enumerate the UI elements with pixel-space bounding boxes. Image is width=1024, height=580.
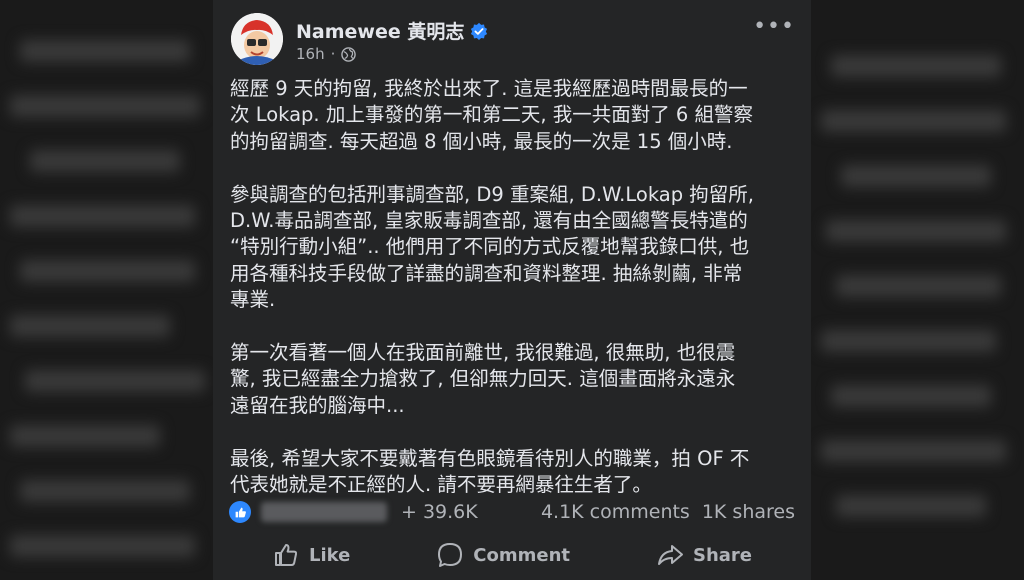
meta-separator: · — [330, 45, 336, 63]
like-label: Like — [308, 544, 351, 566]
post-paragraph: 第一次看著一個人在我面前離世, 我很難過, 很無助, 也很震 驚, 我已經盡全力… — [230, 341, 736, 417]
action-bar: Like Comment Share — [229, 536, 795, 574]
share-label: Share — [692, 544, 752, 566]
post-time[interactable]: 16h — [296, 45, 325, 63]
reactions-count[interactable]: + 39.6K — [401, 501, 478, 523]
post-paragraph: 參與調查的包括刑事調查部, D9 重案組, D.W.Lokap 拘留所, D.W… — [230, 182, 754, 312]
post-paragraph: 最後, 希望大家不要戴著有色眼鏡看待別人的職業，拍 OF 不 代表她就是不正經的… — [230, 446, 750, 497]
comment-label: Comment — [473, 544, 571, 566]
verified-badge-icon — [471, 22, 488, 40]
post-card: Namewee 黃明志 16h · ••• 經歷 9 天的拘留, 我終於出來了.… — [213, 0, 811, 580]
post-body: 經歷 9 天的拘留, 我終於出來了. 這是我經歷過時間最長的一 次 Lokap.… — [230, 76, 800, 525]
more-options-icon[interactable]: ••• — [753, 14, 795, 39]
globe-icon — [341, 46, 357, 62]
like-button[interactable]: Like — [272, 541, 350, 569]
reactor-names-redacted — [261, 502, 387, 522]
author-name-text[interactable]: Namewee 黃明志 — [296, 17, 464, 44]
blurred-left-panel — [0, 0, 213, 580]
engagement-counts: 4.1K comments 1K shares — [541, 501, 795, 523]
comment-bubble-icon — [438, 543, 463, 567]
share-arrow-icon — [657, 545, 683, 565]
blurred-right-panel — [811, 0, 1024, 580]
post-paragraph: 經歷 9 天的拘留, 我終於出來了. 這是我經歷過時間最長的一 次 Lokap.… — [230, 77, 754, 153]
author-avatar[interactable] — [231, 13, 283, 65]
post-meta: 16h · — [296, 45, 357, 63]
share-button[interactable]: Share — [656, 541, 752, 569]
author-name[interactable]: Namewee 黃明志 — [296, 17, 488, 44]
comment-button[interactable]: Comment — [436, 541, 570, 569]
comments-count[interactable]: 4.1K comments — [541, 501, 690, 523]
reactions-bar: + 39.6K 4.1K comments 1K shares — [229, 498, 795, 526]
thumbs-up-icon — [274, 544, 298, 566]
like-reaction-icon[interactable] — [229, 501, 251, 523]
screenshot-frame: Namewee 黃明志 16h · ••• 經歷 9 天的拘留, 我終於出來了.… — [0, 0, 1024, 580]
shares-count[interactable]: 1K shares — [702, 501, 795, 523]
